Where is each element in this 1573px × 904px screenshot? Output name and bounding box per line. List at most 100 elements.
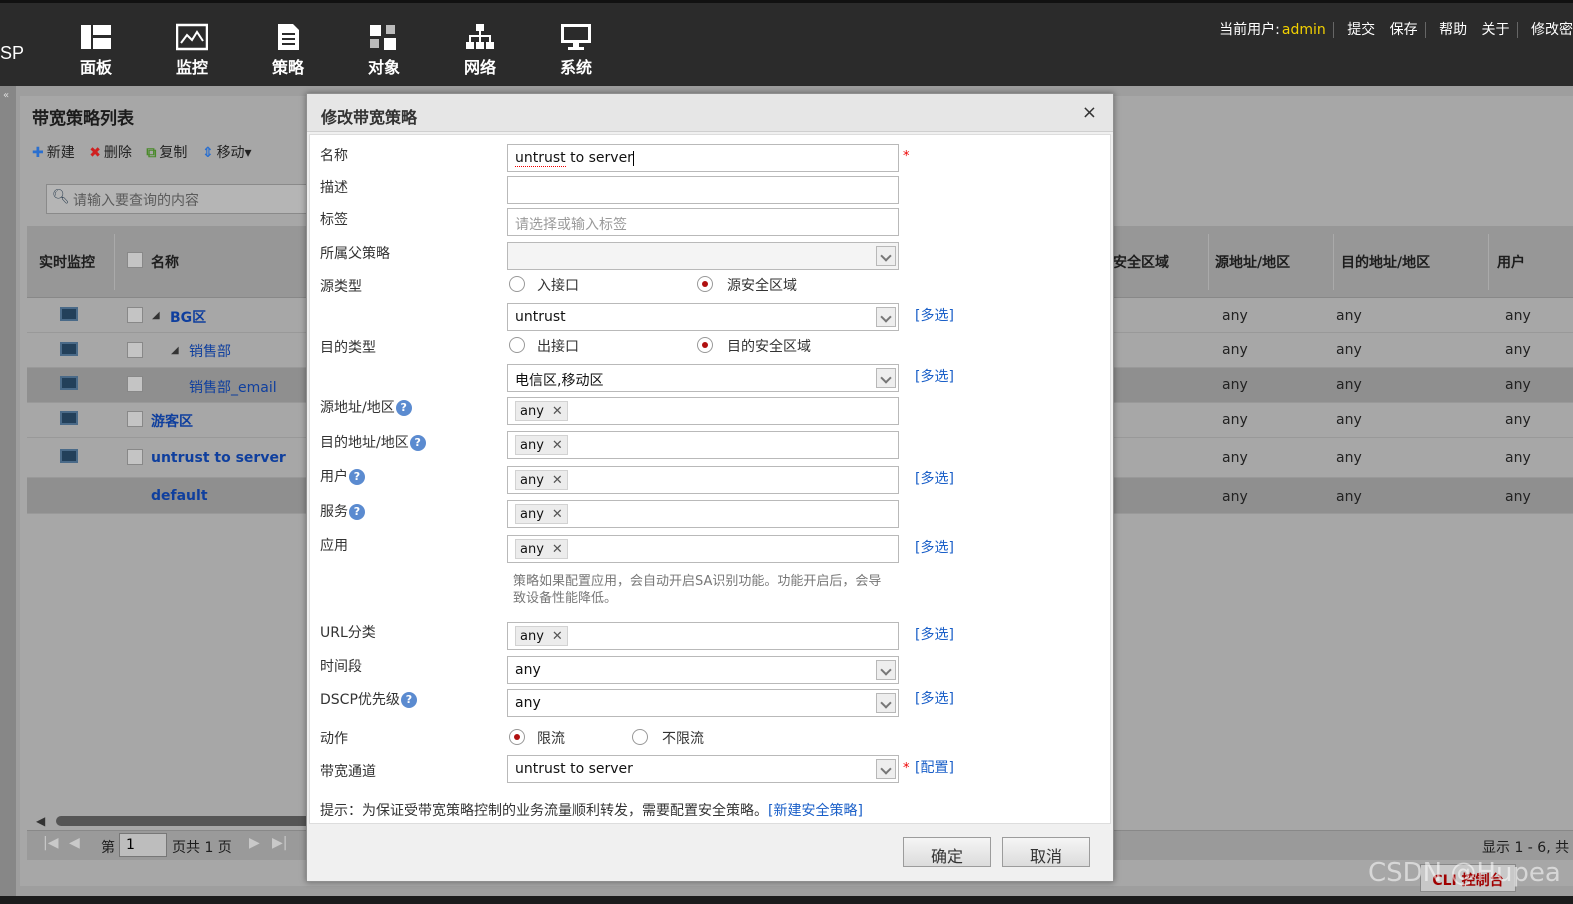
- help-icon[interactable]: ?: [349, 469, 365, 485]
- nav-objects[interactable]: 对象: [354, 23, 414, 78]
- col-zone[interactable]: 安全区域: [1113, 252, 1169, 272]
- remove-tag-icon[interactable]: ✕: [552, 404, 563, 419]
- source-interface-radio[interactable]: [509, 276, 525, 292]
- parent-policy-select[interactable]: [507, 242, 899, 270]
- col-user[interactable]: 用户: [1497, 252, 1525, 272]
- row-checkbox[interactable]: [127, 449, 143, 465]
- col-name[interactable]: 名称: [151, 252, 179, 272]
- remove-tag-icon[interactable]: ✕: [552, 507, 563, 522]
- source-address-input[interactable]: any ✕: [507, 397, 899, 425]
- user-multiselect-link[interactable]: [多选]: [915, 468, 954, 488]
- policy-name[interactable]: BG区: [170, 307, 206, 327]
- submit-link[interactable]: 提交: [1347, 22, 1375, 38]
- monitor-icon[interactable]: [60, 449, 78, 463]
- delete-button[interactable]: ✖ 删除: [89, 142, 132, 162]
- policy-name[interactable]: 销售部: [189, 341, 231, 361]
- source-zone-multiselect-link[interactable]: [多选]: [915, 305, 954, 325]
- sidebar-collapse-strip[interactable]: «: [0, 86, 16, 896]
- row-checkbox[interactable]: [127, 342, 143, 358]
- destination-zone-select[interactable]: 电信区,移动区: [507, 364, 899, 392]
- destination-interface-radio[interactable]: [509, 337, 525, 353]
- dscp-select[interactable]: any: [507, 689, 899, 717]
- col-monitor[interactable]: 实时监控: [39, 252, 95, 272]
- cli-console-button[interactable]: CLI 控制台: [1420, 864, 1516, 892]
- remove-tag-icon[interactable]: ✕: [552, 438, 563, 453]
- time-range-select[interactable]: any: [507, 656, 899, 684]
- name-input[interactable]: untrust to server: [507, 144, 899, 172]
- last-page-icon[interactable]: ▶|: [272, 835, 287, 851]
- copy-button[interactable]: ⧉ 复制: [146, 142, 187, 162]
- nav-dashboard[interactable]: 面板: [66, 23, 126, 78]
- nav-system[interactable]: 系统: [546, 23, 606, 78]
- url-category-input[interactable]: any ✕: [507, 622, 899, 650]
- col-src-addr[interactable]: 源地址/地区: [1215, 252, 1290, 272]
- user-input[interactable]: any ✕: [507, 466, 899, 494]
- scroll-left-icon[interactable]: ◀: [36, 814, 45, 828]
- policy-name[interactable]: 销售部_email: [189, 377, 277, 397]
- search-input[interactable]: 🔍︎ 请输入要查询的内容: [46, 184, 326, 214]
- application-input[interactable]: any ✕: [507, 535, 899, 563]
- chevron-down-icon[interactable]: [876, 246, 896, 266]
- ok-button[interactable]: 确定: [903, 837, 991, 867]
- rate-limit-radio[interactable]: [509, 729, 525, 745]
- source-zone-select[interactable]: untrust: [507, 303, 899, 331]
- policy-name[interactable]: 游客区: [151, 411, 193, 431]
- configure-channel-link[interactable]: [配置]: [915, 757, 954, 777]
- first-page-icon[interactable]: |◀: [43, 835, 58, 851]
- help-icon[interactable]: ?: [400, 692, 417, 708]
- expand-triangle-icon[interactable]: ◢: [171, 345, 179, 356]
- row-checkbox[interactable]: [127, 411, 143, 427]
- nav-network[interactable]: 网络: [450, 23, 510, 78]
- destination-zone-radio[interactable]: [697, 337, 713, 353]
- monitor-icon[interactable]: [60, 376, 78, 390]
- remove-tag-icon[interactable]: ✕: [552, 542, 563, 557]
- destination-address-input[interactable]: any ✕: [507, 431, 899, 459]
- source-zone-radio[interactable]: [697, 276, 713, 292]
- destination-zone-multiselect-link[interactable]: [多选]: [915, 366, 954, 386]
- about-link[interactable]: 关于: [1482, 22, 1510, 38]
- change-password-link[interactable]: 修改密: [1531, 22, 1573, 38]
- chevron-down-icon[interactable]: [876, 759, 896, 779]
- page-number-input[interactable]: [119, 833, 167, 857]
- monitor-icon[interactable]: [60, 307, 78, 321]
- new-button[interactable]: ✚ 新建: [32, 142, 75, 162]
- chevron-down-icon[interactable]: [876, 368, 896, 388]
- help-icon[interactable]: ?: [395, 400, 412, 416]
- nav-monitor[interactable]: 监控: [162, 23, 222, 78]
- close-icon[interactable]: ×: [1082, 102, 1097, 123]
- dscp-multiselect-link[interactable]: [多选]: [915, 688, 954, 708]
- tag-input[interactable]: 请选择或输入标签: [507, 208, 899, 236]
- policy-name[interactable]: untrust to server: [151, 450, 286, 466]
- service-input[interactable]: any ✕: [507, 500, 899, 528]
- chevron-down-icon[interactable]: [876, 307, 896, 327]
- scroll-thumb[interactable]: [56, 816, 326, 826]
- monitor-icon[interactable]: [60, 411, 78, 425]
- help-icon[interactable]: ?: [409, 435, 426, 451]
- help-link[interactable]: 帮助: [1439, 22, 1467, 38]
- chevron-down-icon[interactable]: [876, 693, 896, 713]
- no-rate-limit-radio[interactable]: [632, 729, 648, 745]
- select-all-checkbox[interactable]: [127, 252, 143, 268]
- monitor-icon[interactable]: [60, 342, 78, 356]
- remove-tag-icon[interactable]: ✕: [552, 473, 563, 488]
- row-checkbox[interactable]: [127, 376, 143, 392]
- bandwidth-channel-select[interactable]: untrust to server: [507, 755, 899, 783]
- url-category-multiselect-link[interactable]: [多选]: [915, 624, 954, 644]
- expand-triangle-icon[interactable]: ◢: [152, 310, 160, 321]
- chevron-down-icon[interactable]: [876, 660, 896, 680]
- collapse-arrow-icon[interactable]: «: [3, 90, 9, 101]
- nav-policy[interactable]: 策略: [258, 23, 318, 78]
- move-button[interactable]: ⇕ 移动▾: [202, 142, 252, 162]
- remove-tag-icon[interactable]: ✕: [552, 629, 563, 644]
- application-multiselect-link[interactable]: [多选]: [915, 537, 954, 557]
- row-checkbox[interactable]: [127, 307, 143, 323]
- save-link[interactable]: 保存: [1390, 22, 1418, 38]
- col-dst-addr[interactable]: 目的地址/地区: [1341, 252, 1430, 272]
- horizontal-scrollbar[interactable]: ◀: [36, 814, 336, 828]
- new-security-policy-link[interactable]: [新建安全策略]: [768, 803, 863, 819]
- prev-page-icon[interactable]: ◀: [69, 835, 80, 851]
- help-icon[interactable]: ?: [349, 504, 365, 520]
- next-page-icon[interactable]: ▶: [249, 835, 260, 851]
- description-input[interactable]: [507, 176, 899, 204]
- cancel-button[interactable]: 取消: [1002, 837, 1090, 867]
